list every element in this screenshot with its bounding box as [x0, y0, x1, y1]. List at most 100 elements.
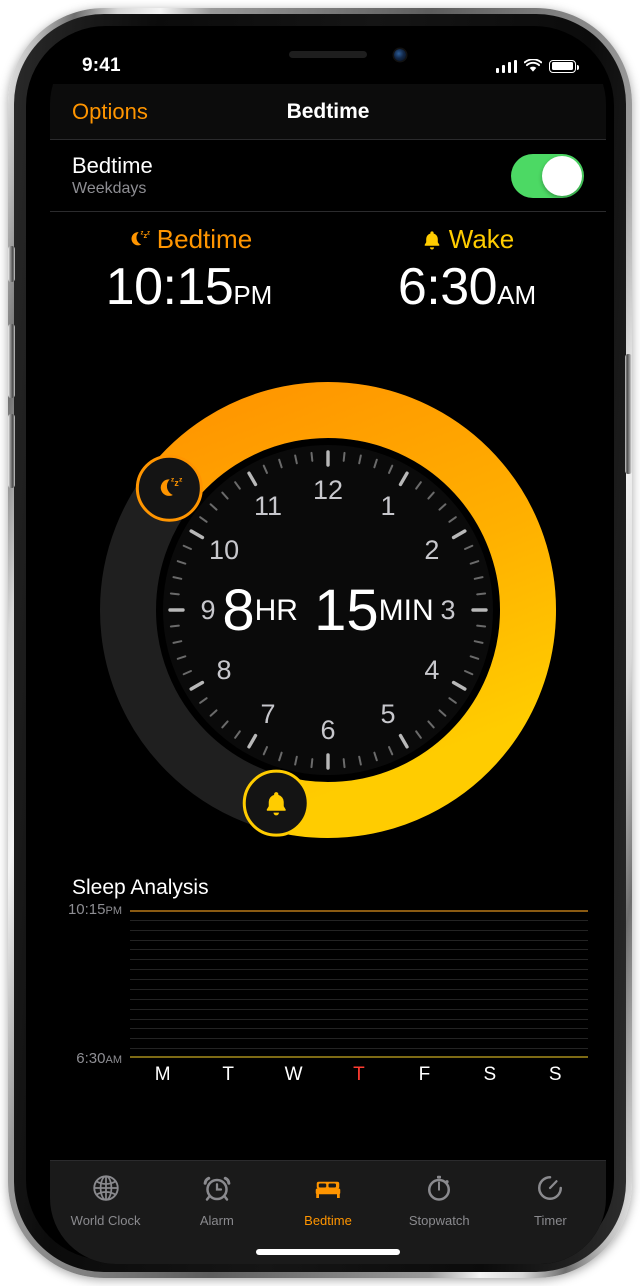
navigation-bar: Options Bedtime	[50, 84, 606, 140]
bedtime-meridiem: PM	[233, 280, 272, 310]
chart-day-label-today: T	[326, 1064, 391, 1086]
chart-top-boundary-line	[130, 910, 588, 912]
power-button[interactable]	[625, 354, 632, 474]
chart-gridline	[130, 1048, 588, 1049]
phone-screen: 9:41 Options Bedtime Bedtime	[50, 38, 606, 1264]
chart-bottom-boundary-line	[130, 1056, 588, 1058]
wake-meridiem: AM	[497, 280, 536, 310]
switch-knob	[542, 156, 582, 196]
home-indicator	[256, 1249, 400, 1255]
mute-switch-button[interactable]	[8, 246, 15, 282]
sleep-analysis-section: Sleep Analysis 10:15PM 6:30AM MTWTFSS	[72, 876, 588, 1086]
tab-alarm[interactable]: Alarm	[161, 1173, 272, 1228]
bedtime-summary[interactable]: z z z Bedtime 10:15PM	[50, 224, 328, 317]
tab-stopwatch[interactable]: Stopwatch	[384, 1173, 495, 1228]
tab-label: World Clock	[71, 1213, 141, 1228]
tab-timer[interactable]: Timer	[495, 1173, 606, 1228]
wake-summary-label: Wake	[449, 224, 515, 255]
chart-day-label: F	[392, 1064, 457, 1086]
svg-text:1: 1	[380, 491, 395, 521]
svg-text:4: 4	[424, 655, 439, 685]
chart-day-label: S	[523, 1064, 588, 1086]
chart-day-labels: MTWTFSS	[130, 1064, 588, 1086]
wake-summary-value: 6:30AM	[328, 257, 606, 317]
schedule-summary: z z z Bedtime 10:15PM	[50, 224, 606, 317]
iphone-device-frame: 9:41 Options Bedtime Bedtime	[8, 8, 632, 1278]
tab-world-clock[interactable]: World Clock	[50, 1173, 161, 1228]
chart-day-label: W	[261, 1064, 326, 1086]
wake-handle[interactable]	[244, 771, 308, 835]
screenshot-root: 9:41 Options Bedtime Bedtime	[0, 0, 640, 1286]
globe-icon	[91, 1173, 121, 1208]
tab-label: Alarm	[200, 1213, 234, 1228]
chart-gridline	[130, 1028, 588, 1029]
chart-gridline	[130, 920, 588, 921]
svg-text:6: 6	[320, 715, 335, 745]
chart-gridline	[130, 1038, 588, 1039]
bedtime-summary-label: Bedtime	[157, 224, 252, 255]
chart-gridline	[130, 969, 588, 970]
chart-day-label: T	[195, 1064, 260, 1086]
bedtime-summary-value: 10:15PM	[50, 257, 328, 317]
wifi-icon	[524, 59, 542, 73]
bedtime-switch[interactable]	[511, 154, 584, 198]
stopwatch-icon	[424, 1173, 454, 1208]
bed-icon	[313, 1173, 343, 1208]
bell-icon	[420, 228, 444, 252]
svg-text:z: z	[147, 230, 150, 236]
sleep-analysis-title: Sleep Analysis	[72, 876, 588, 900]
volume-down-button[interactable]	[8, 414, 15, 488]
bedtime-dial-container[interactable]: 121234567891011 z z z	[50, 372, 606, 862]
chart-gridline	[130, 979, 588, 980]
chart-gridline	[130, 1009, 588, 1010]
tab-label: Bedtime	[304, 1213, 352, 1228]
timer-icon	[535, 1173, 565, 1208]
options-button[interactable]: Options	[72, 99, 148, 125]
bedtime-toggle-row[interactable]: Bedtime Weekdays	[50, 140, 606, 212]
chart-gridline	[130, 959, 588, 960]
chart-gridline	[130, 930, 588, 931]
svg-text:z: z	[179, 476, 183, 483]
cellular-signal-icon	[496, 60, 518, 73]
svg-text:3: 3	[440, 595, 455, 625]
chart-gridline	[130, 949, 588, 950]
svg-text:10: 10	[209, 535, 239, 565]
svg-text:2: 2	[424, 535, 439, 565]
svg-text:12: 12	[313, 475, 343, 505]
bedtime-handle[interactable]: z z z	[137, 456, 201, 520]
bedtime-toggle-title: Bedtime	[72, 153, 153, 178]
bedtime-toggle-text: Bedtime Weekdays	[72, 153, 153, 198]
earpiece-speaker-icon	[289, 51, 367, 58]
alarm-clock-icon	[202, 1173, 232, 1208]
svg-text:8: 8	[217, 655, 232, 685]
bedtime-toggle-subtitle: Weekdays	[72, 180, 153, 198]
bedtime-dial[interactable]: 121234567891011 z z z	[90, 372, 566, 848]
chart-axis-bottom-label: 6:30AM	[76, 1050, 122, 1067]
tab-label: Timer	[534, 1213, 567, 1228]
wake-summary-label-row: Wake	[328, 224, 606, 255]
moon-zzz-icon: z z z	[126, 227, 152, 253]
svg-text:5: 5	[380, 699, 395, 729]
chart-gridline	[130, 989, 588, 990]
chart-gridline	[130, 999, 588, 1000]
tab-bedtime[interactable]: Bedtime	[272, 1173, 383, 1228]
svg-text:11: 11	[254, 491, 282, 521]
bedtime-summary-label-row: z z z Bedtime	[50, 224, 328, 255]
chart-gridline	[130, 940, 588, 941]
bedtime-time: 10:15	[106, 258, 234, 316]
chart-gridline	[130, 1019, 588, 1020]
wake-summary[interactable]: Wake 6:30AM	[328, 224, 606, 317]
notch	[222, 38, 434, 71]
chart-axis-top-label: 10:15PM	[68, 901, 122, 918]
volume-up-button[interactable]	[8, 324, 15, 398]
wake-time: 6:30	[398, 258, 497, 316]
chart-day-label: S	[457, 1064, 522, 1086]
sleep-analysis-chart[interactable]: 10:15PM 6:30AM	[130, 910, 588, 1058]
status-time: 9:41	[82, 55, 121, 77]
tab-label: Stopwatch	[409, 1213, 470, 1228]
front-camera-icon	[394, 49, 406, 61]
chart-day-label: M	[130, 1064, 195, 1086]
battery-full-icon	[549, 60, 576, 73]
status-indicators	[496, 59, 577, 73]
svg-text:7: 7	[260, 699, 275, 729]
